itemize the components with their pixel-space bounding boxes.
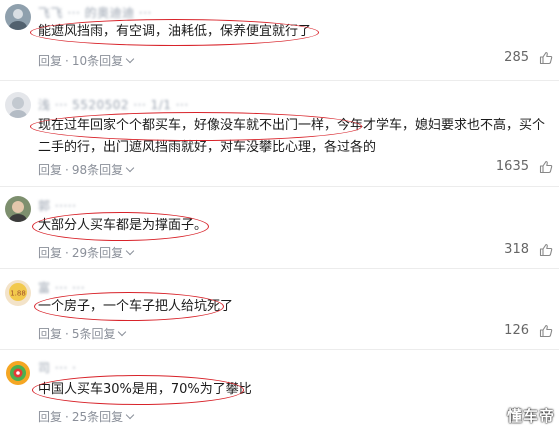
meta-separator: · bbox=[65, 246, 69, 260]
divider bbox=[0, 349, 559, 350]
divider bbox=[0, 268, 559, 269]
svg-text:1.88: 1.88 bbox=[10, 290, 26, 298]
avatar[interactable] bbox=[5, 196, 31, 222]
watermark-logo: 懂车帝 bbox=[506, 407, 555, 425]
username[interactable]: 郭 ····· bbox=[38, 197, 76, 214]
reply-button[interactable]: 回复 bbox=[38, 54, 62, 68]
like-count: 126 bbox=[504, 323, 529, 338]
chevron-down-icon bbox=[125, 54, 135, 64]
like-count: 1635 bbox=[495, 159, 529, 174]
comment-meta: 回复 · 10条回复 bbox=[38, 52, 135, 69]
chevron-down-icon bbox=[118, 327, 127, 337]
divider bbox=[0, 186, 559, 187]
username[interactable]: 浅 ··· 5520502 ··· 1/1 ··· bbox=[38, 96, 189, 113]
comment-meta: 回复 · 29条回复 bbox=[38, 244, 135, 261]
comment-text: 能遮风挡雨，有空调，油耗低，保养便宜就行了 bbox=[38, 24, 312, 39]
replies-count: 5条回复 bbox=[71, 327, 116, 341]
avatar[interactable]: 1.88 bbox=[5, 280, 31, 306]
view-replies-button[interactable]: 25条回复 bbox=[71, 410, 135, 424]
like-count: 318 bbox=[504, 242, 529, 257]
like-count: 285 bbox=[504, 50, 529, 65]
meta-separator: · bbox=[65, 163, 69, 177]
comment-meta: 回复 · 5条回复 bbox=[38, 325, 127, 342]
reply-button[interactable]: 回复 bbox=[38, 327, 62, 341]
chevron-down-icon bbox=[125, 410, 135, 420]
chevron-down-icon bbox=[125, 163, 135, 173]
replies-count: 10条回复 bbox=[71, 54, 124, 68]
view-replies-button[interactable]: 10条回复 bbox=[71, 54, 135, 68]
thumbs-up-icon[interactable] bbox=[539, 160, 553, 174]
comment-text: 中国人买车30%是用，70%为了攀比 bbox=[38, 382, 252, 397]
comment-text: 现在过年回家个个都买车，好像没车就不出门一样，今年才学车，媳妇要求也不高，买个二… bbox=[38, 118, 546, 155]
divider bbox=[0, 80, 559, 81]
comment-meta: 回复 · 25条回复 bbox=[38, 408, 135, 425]
reply-button[interactable]: 回复 bbox=[38, 246, 62, 260]
avatar[interactable] bbox=[5, 360, 31, 386]
username[interactable]: 飞飞 ··· 的奥迪迪 ··· bbox=[38, 4, 152, 21]
comment-meta: 回复 · 98条回复 bbox=[38, 161, 135, 178]
meta-separator: · bbox=[65, 327, 69, 341]
replies-count: 25条回复 bbox=[71, 410, 124, 424]
view-replies-button[interactable]: 98条回复 bbox=[71, 163, 135, 177]
reply-button[interactable]: 回复 bbox=[38, 163, 62, 177]
thumbs-up-icon[interactable] bbox=[539, 51, 553, 65]
thumbs-up-icon[interactable] bbox=[539, 243, 553, 257]
avatar[interactable] bbox=[5, 4, 31, 30]
thumbs-up-icon[interactable] bbox=[539, 324, 553, 338]
avatar[interactable] bbox=[5, 92, 31, 118]
reply-button[interactable]: 回复 bbox=[38, 410, 62, 424]
meta-separator: · bbox=[65, 410, 69, 424]
comment-text: 大部分人买车都是为撑面子。 bbox=[38, 218, 208, 233]
comment-text: 一个房子，一个车子把人给坑死了 bbox=[38, 299, 234, 314]
username[interactable]: 司 ··· · bbox=[38, 359, 76, 376]
chevron-down-icon bbox=[125, 246, 135, 256]
replies-count: 98条回复 bbox=[71, 163, 124, 177]
view-replies-button[interactable]: 29条回复 bbox=[71, 246, 135, 260]
replies-count: 29条回复 bbox=[71, 246, 124, 260]
view-replies-button[interactable]: 5条回复 bbox=[71, 327, 127, 341]
meta-separator: · bbox=[65, 54, 69, 68]
username[interactable]: 富 ··· ··· bbox=[38, 279, 85, 296]
